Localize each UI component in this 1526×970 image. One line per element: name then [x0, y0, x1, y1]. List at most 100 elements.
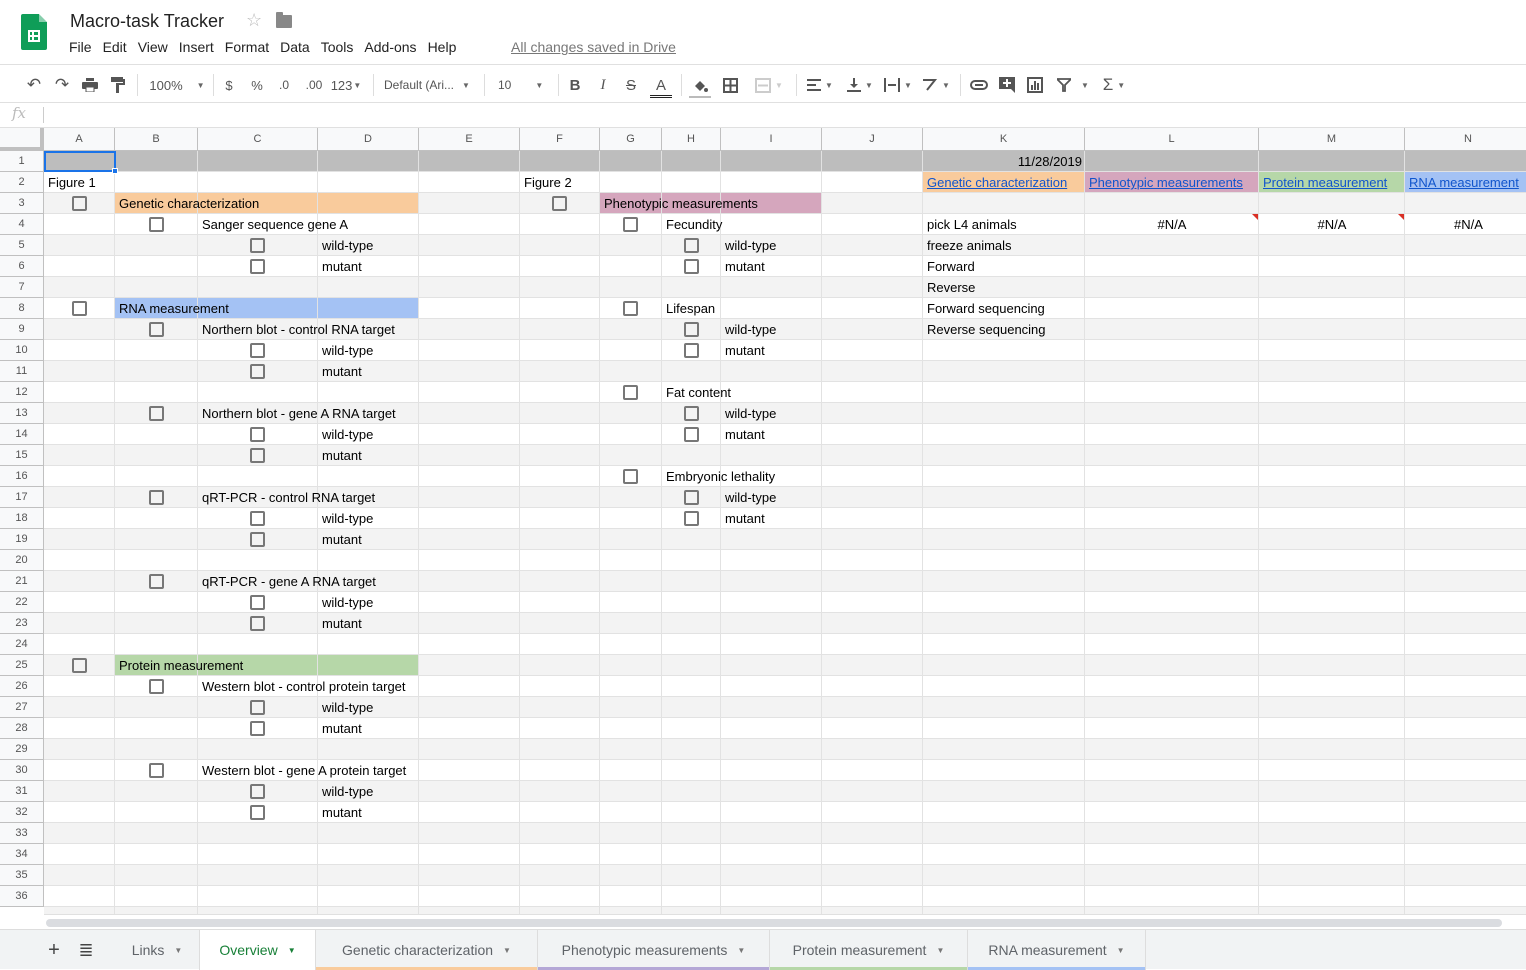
checkbox-G8[interactable] — [623, 301, 638, 316]
row-header[interactable]: 27 — [0, 697, 44, 718]
row-header[interactable]: 2 — [0, 172, 44, 193]
column-header[interactable]: M — [1259, 128, 1405, 151]
cell-B25[interactable]: Protein measurement — [115, 655, 243, 676]
checkbox-H6[interactable] — [683, 259, 699, 274]
checkbox-C32[interactable] — [250, 805, 265, 820]
chevron-down-icon[interactable]: ▼ — [503, 946, 511, 955]
cell-N2[interactable]: RNA measurement — [1405, 172, 1519, 193]
cell-D18[interactable]: wild-type — [318, 508, 373, 529]
cell-I9[interactable]: wild-type — [721, 319, 776, 340]
fill-color-icon[interactable] — [689, 75, 711, 98]
cell-K1[interactable]: 11/28/2019 — [923, 151, 1085, 172]
row-header[interactable]: 16 — [0, 466, 44, 487]
row-header[interactable]: 8 — [0, 298, 44, 319]
cell-I13[interactable]: wild-type — [721, 403, 776, 424]
column-header[interactable]: C — [198, 128, 318, 151]
cell-C13[interactable]: Northern blot - gene A RNA target — [198, 403, 396, 424]
fill-handle[interactable] — [112, 168, 118, 174]
row-header[interactable]: 18 — [0, 508, 44, 529]
cell-M2[interactable]: Protein measurement — [1259, 172, 1387, 193]
column-header[interactable]: I — [721, 128, 822, 151]
merge-cells-icon[interactable]: ▼ — [748, 75, 790, 95]
scrollbar-thumb[interactable] — [46, 919, 1502, 927]
decrease-decimal-button[interactable]: .0 — [274, 75, 294, 95]
row-header[interactable]: 17 — [0, 487, 44, 508]
cell-D32[interactable]: mutant — [318, 802, 362, 823]
print-icon[interactable] — [80, 75, 100, 95]
checkbox-B17[interactable] — [148, 490, 164, 505]
menu-file[interactable]: File — [69, 39, 92, 55]
checkbox-B26[interactable] — [148, 679, 164, 694]
column-header[interactable]: G — [600, 128, 662, 151]
column-header[interactable]: L — [1085, 128, 1259, 151]
row-header[interactable]: 23 — [0, 613, 44, 634]
cell-D28[interactable]: mutant — [318, 718, 362, 739]
sheet-tab[interactable]: Phenotypic measurements ▼ — [538, 930, 770, 970]
cell-D10[interactable]: wild-type — [318, 340, 373, 361]
checkbox-B21[interactable] — [148, 574, 164, 589]
select-all-corner[interactable] — [0, 128, 44, 151]
italic-button[interactable]: I — [594, 75, 612, 95]
sheet-tab[interactable]: RNA measurement ▼ — [968, 930, 1146, 970]
checkbox-A3[interactable] — [71, 196, 87, 211]
undo-icon[interactable]: ↶ — [24, 75, 44, 95]
sheet-tab[interactable]: Links ▼ — [115, 930, 200, 970]
cell-L2[interactable]: Phenotypic measurements — [1085, 172, 1243, 193]
row-header[interactable]: 36 — [0, 886, 44, 907]
row-header[interactable]: 12 — [0, 382, 44, 403]
cell-C4[interactable]: Sanger sequence gene A — [198, 214, 348, 235]
checkbox-H18[interactable] — [683, 511, 699, 526]
more-formats-button[interactable]: 123 ▼ — [330, 75, 362, 95]
formula-bar[interactable] — [0, 103, 1526, 128]
row-header[interactable]: 14 — [0, 424, 44, 445]
row-header[interactable]: 35 — [0, 865, 44, 886]
row-header[interactable]: 11 — [0, 361, 44, 382]
chevron-down-icon[interactable]: ▼ — [737, 946, 745, 955]
checkbox-H17[interactable] — [683, 490, 699, 505]
paint-format-icon[interactable] — [108, 75, 128, 95]
checkbox-G12[interactable] — [623, 385, 638, 400]
row-header[interactable]: 7 — [0, 277, 44, 298]
checkbox-G4[interactable] — [623, 217, 638, 232]
cell-I6[interactable]: mutant — [721, 256, 765, 277]
chevron-down-icon[interactable]: ▼ — [936, 946, 944, 955]
strikethrough-button[interactable]: S — [622, 75, 640, 95]
checkbox-H5[interactable] — [683, 238, 699, 253]
row-header[interactable]: 26 — [0, 676, 44, 697]
bold-button[interactable]: B — [566, 75, 584, 95]
column-header[interactable]: K — [923, 128, 1085, 151]
chevron-down-icon[interactable]: ▼ — [174, 946, 182, 955]
cell-H8[interactable]: Lifespan — [662, 298, 715, 319]
row-header[interactable]: 25 — [0, 655, 44, 676]
menu-help[interactable]: Help — [428, 39, 457, 55]
row-header[interactable]: 29 — [0, 739, 44, 760]
document-title[interactable]: Macro-task Tracker — [70, 11, 224, 32]
cell-D31[interactable]: wild-type — [318, 781, 373, 802]
menu-tools[interactable]: Tools — [321, 39, 354, 55]
cell-D5[interactable]: wild-type — [318, 235, 373, 256]
text-rotation-icon[interactable]: ▼ — [920, 75, 952, 95]
menu-view[interactable]: View — [138, 39, 168, 55]
row-header[interactable]: 31 — [0, 781, 44, 802]
column-header[interactable]: F — [520, 128, 600, 151]
cell-D14[interactable]: wild-type — [318, 424, 373, 445]
checkbox-G16[interactable] — [623, 469, 638, 484]
filter-icon[interactable]: ▼ — [1054, 75, 1092, 95]
checkbox-C22[interactable] — [250, 595, 265, 610]
cell-L4[interactable]: #N/A — [1085, 214, 1259, 235]
column-header[interactable]: N — [1405, 128, 1526, 151]
row-header[interactable]: 22 — [0, 592, 44, 613]
horizontal-scrollbar[interactable] — [44, 914, 1526, 929]
checkbox-F3[interactable] — [552, 196, 567, 211]
checkbox-A25[interactable] — [71, 658, 87, 673]
menu-addons[interactable]: Add-ons — [364, 39, 416, 55]
all-sheets-button[interactable]: ≣ — [72, 930, 100, 970]
checkbox-C11[interactable] — [250, 364, 265, 379]
checkbox-B9[interactable] — [148, 322, 164, 337]
font-size-select[interactable]: 10 ▼ — [498, 75, 552, 95]
cell-H12[interactable]: Fat content — [662, 382, 731, 403]
font-family-select[interactable]: Default (Ari... ▼ — [384, 75, 476, 95]
cell-G3[interactable]: Phenotypic measurements — [600, 193, 758, 214]
selected-cell-A1[interactable] — [44, 151, 116, 172]
sheet-tab[interactable]: Protein measurement ▼ — [770, 930, 968, 970]
